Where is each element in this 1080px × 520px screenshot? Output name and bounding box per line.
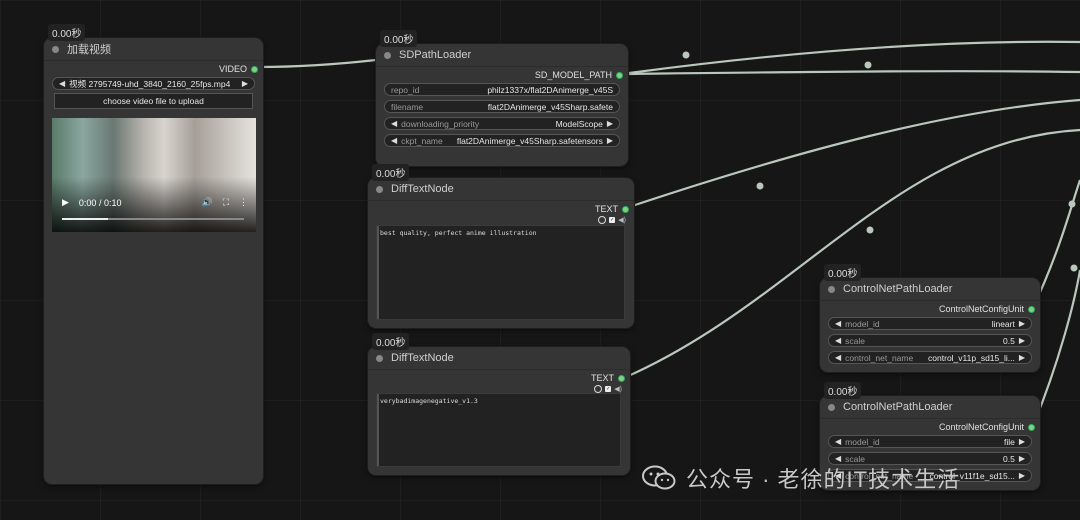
node-title[interactable]: ControlNetPathLoader xyxy=(820,278,1040,301)
radio-icon[interactable] xyxy=(598,216,607,224)
wire-text-1 xyxy=(625,98,1080,210)
checkbox-icon[interactable]: ✓ xyxy=(609,217,616,223)
prompt-textarea[interactable]: best quality, perfect anime illustration xyxy=(376,225,625,320)
wire-sd-path-1 xyxy=(621,40,1080,76)
prompt-textarea[interactable]: verybadimagenegative_v1.3 xyxy=(376,393,621,467)
output-pin-icon[interactable] xyxy=(617,72,622,78)
exec-time-badge: 0.00秒 xyxy=(380,30,418,47)
more-options-icon[interactable]: ⋮ xyxy=(239,197,248,208)
right-arrow-icon: ▶ xyxy=(1018,471,1025,480)
collapse-dot-icon[interactable] xyxy=(376,354,383,362)
collapse-dot-icon[interactable] xyxy=(376,185,383,193)
wire-cn-1 xyxy=(1032,179,1080,309)
upload-button[interactable]: choose video file to upload xyxy=(54,93,253,109)
left-arrow-icon: ◀ xyxy=(391,136,398,145)
video-select[interactable]: ◀ 视频 2795749-uhd_3840_2160_25fps.mp4 ▶ xyxy=(52,77,255,90)
output-controlnet-config[interactable]: ControlNetConfigUnit xyxy=(939,304,1034,314)
watermark: 公众号 · 老徐的IT技术生活 xyxy=(642,462,960,494)
radio-icon[interactable] xyxy=(594,385,603,393)
exec-time-badge: 0.00秒 xyxy=(372,333,410,350)
player-time: 0:00 / 0:10 xyxy=(78,197,122,208)
node-title[interactable]: SDPathLoader xyxy=(376,44,628,67)
node-title[interactable]: 加载视频 xyxy=(44,38,263,61)
output-controlnet-config[interactable]: ControlNetConfigUnit xyxy=(939,422,1034,432)
output-pin-icon[interactable] xyxy=(1029,306,1034,312)
collapse-dot-icon[interactable] xyxy=(828,285,835,293)
controlnet-path-loader-node-1[interactable]: 0.00秒 ControlNetPathLoader ControlNetCon… xyxy=(820,264,1040,372)
checkbox-icon[interactable]: ✓ xyxy=(605,386,612,392)
model-id-select[interactable]: ◀ model_id lineart ▶ xyxy=(828,317,1032,330)
diff-text-node-2[interactable]: 0.00秒 DiffTextNode TEXT ✓ ◀) verybadimage… xyxy=(368,333,630,475)
left-arrow-icon[interactable]: ◀ xyxy=(59,79,65,88)
fullscreen-icon[interactable]: ⛶ xyxy=(223,197,229,208)
right-arrow-icon: ▶ xyxy=(606,136,613,145)
play-icon[interactable]: ▶ xyxy=(62,197,69,208)
node-title[interactable]: DiffTextNode xyxy=(368,178,634,201)
wire-cn-2 xyxy=(1031,269,1080,427)
left-arrow-icon: ◀ xyxy=(835,336,842,345)
output-video[interactable]: VIDEO xyxy=(219,64,257,74)
left-arrow-icon: ◀ xyxy=(391,119,398,128)
exec-time-badge: 0.00秒 xyxy=(372,164,410,181)
right-arrow-icon: ▶ xyxy=(1018,336,1025,345)
left-arrow-icon: ◀ xyxy=(835,437,842,446)
exec-time-badge: 0.00秒 xyxy=(48,24,86,41)
right-arrow-icon: ▶ xyxy=(1018,454,1025,463)
node-title[interactable]: DiffTextNode xyxy=(368,347,630,370)
right-arrow-icon: ▶ xyxy=(1018,353,1025,362)
video-progress-bar[interactable] xyxy=(62,218,244,220)
diff-text-node-1[interactable]: 0.00秒 DiffTextNode TEXT ✓ ◀) best quality… xyxy=(368,164,634,328)
left-arrow-icon: ◀ xyxy=(835,353,842,362)
node-title[interactable]: ControlNetPathLoader xyxy=(820,396,1040,419)
exec-time-badge: 0.00秒 xyxy=(824,264,862,281)
collapse-dot-icon[interactable] xyxy=(52,45,59,53)
filename-field[interactable]: filename flat2DAnimerge_v45Sharp.safete xyxy=(384,100,620,113)
scale-stepper[interactable]: ◀ scale 0.5 ▶ xyxy=(828,334,1032,347)
ckpt-name-select[interactable]: ◀ ckpt_name flat2DAnimerge_v45Sharp.safete… xyxy=(384,134,620,147)
sd-path-loader-node[interactable]: 0.00秒 SDPathLoader SD_MODEL_PATH repo_id… xyxy=(376,30,628,166)
video-loader-node[interactable]: 0.00秒 加载视频 VIDEO ◀ 视频 2795749-uhd_3840_2… xyxy=(44,24,263,484)
downloading-priority-select[interactable]: ◀ downloading_priority ModelScope ▶ xyxy=(384,117,620,130)
output-pin-icon[interactable] xyxy=(623,206,628,212)
speaker-icon[interactable]: ◀) xyxy=(618,216,626,224)
output-pin-icon[interactable] xyxy=(1029,424,1034,430)
output-pin-icon[interactable] xyxy=(619,375,624,381)
right-arrow-icon: ▶ xyxy=(1018,319,1025,328)
output-sd-model-path[interactable]: SD_MODEL_PATH xyxy=(535,70,622,80)
control-net-name-select[interactable]: ◀ control_net_name control_v11p_sd15_li...… xyxy=(828,351,1032,364)
model-id-select[interactable]: ◀ model_id file ▶ xyxy=(828,435,1032,448)
collapse-dot-icon[interactable] xyxy=(384,51,391,59)
output-text[interactable]: TEXT xyxy=(595,204,628,214)
output-pin-icon[interactable] xyxy=(252,66,257,72)
exec-time-badge: 0.00秒 xyxy=(824,382,862,399)
right-arrow-icon: ▶ xyxy=(1018,437,1025,446)
repo-id-field[interactable]: repo_id philz1337x/flat2DAnimerge_v45S xyxy=(384,83,620,96)
wechat-icon xyxy=(642,465,676,490)
collapse-dot-icon[interactable] xyxy=(828,403,835,411)
wire-video xyxy=(257,58,377,69)
video-preview[interactable]: ▶ 0:00 / 0:10 🔊 ⛶ ⋮ xyxy=(52,118,256,232)
wire-sd-path-2 xyxy=(621,70,1080,76)
speaker-icon[interactable]: ◀) xyxy=(614,385,622,393)
output-text[interactable]: TEXT xyxy=(591,373,624,383)
left-arrow-icon: ◀ xyxy=(835,319,842,328)
right-arrow-icon[interactable]: ▶ xyxy=(242,79,248,88)
volume-icon[interactable]: 🔊 xyxy=(201,197,212,208)
right-arrow-icon: ▶ xyxy=(606,119,613,128)
